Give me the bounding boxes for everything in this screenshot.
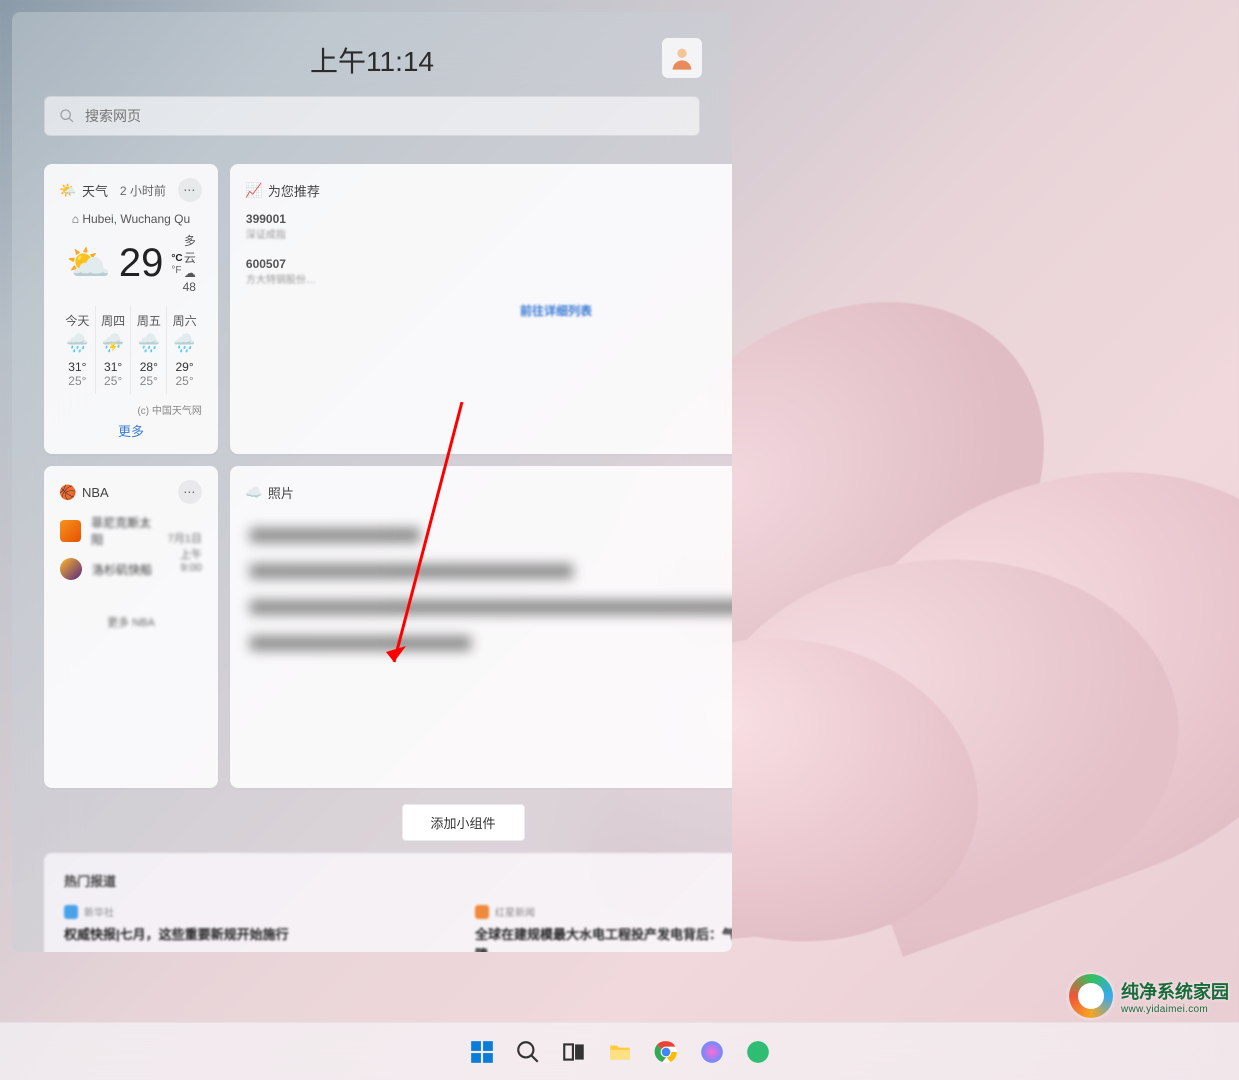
photos-title: 照片 [268, 483, 294, 502]
weather-time-ago: 2 小时前 [120, 182, 166, 199]
game-date: 7月1日 [160, 530, 202, 546]
weather-more-icon[interactable]: ⋯ [178, 178, 202, 202]
weather-more-link[interactable]: 更多 [60, 421, 202, 440]
watermark: 纯净系统家园 www.yidaimei.com [1069, 974, 1229, 1018]
clock: 上午11:14 [310, 40, 434, 80]
nba-more-link[interactable]: 更多 NBA [60, 614, 202, 630]
stocks-card[interactable]: 📈 为您推荐 ⋯ 399001 深证成指 15,078.04 +0.52% [230, 164, 732, 454]
file-explorer-button[interactable] [603, 1035, 637, 1069]
add-widget-button[interactable]: 添加小组件 [402, 804, 525, 841]
forecast-row: 今天 🌧️ 31° 25° 周四 ⛈️ 31° 25° 周五 🌧️ 28° 25… [60, 306, 202, 394]
nba-team: 菲尼克斯太阳 [60, 514, 160, 548]
avatar-icon [668, 44, 696, 72]
news-item[interactable]: 红星新闻 全球在建规模最大水电工程投产发电背后：气象部门提供了10年保障 [475, 904, 732, 952]
stock-row[interactable]: 600507 方大特钢股份… 6.80 +0.30% [246, 257, 732, 286]
start-button[interactable] [465, 1035, 499, 1069]
nba-icon: 🏀 [60, 484, 76, 500]
news-item[interactable]: 新华社 权威快报|七月，这些重要新规开始施行 [64, 904, 451, 952]
forecast-day[interactable]: 今天 🌧️ 31° 25° [60, 306, 95, 394]
weather-title: 天气 [82, 181, 108, 200]
nba-more-icon[interactable]: ⋯ [178, 480, 202, 504]
weather-location: Hubei, Wuchang Qu [82, 212, 190, 226]
task-view-button[interactable] [557, 1035, 591, 1069]
current-temp: 29 [119, 241, 164, 286]
forecast-day[interactable]: 周四 ⛈️ 31° 25° [95, 306, 131, 394]
chrome-button[interactable] [649, 1035, 683, 1069]
weather-condition: 多云 [183, 232, 196, 266]
nba-team: 洛杉矶快船 [60, 558, 160, 580]
stocks-more-link[interactable]: 前往详细列表 [246, 302, 732, 319]
stocks-icon: 📈 [246, 182, 262, 198]
news-section-title: 热门报道 [64, 871, 732, 890]
weather-aqi: ☁ 48 [183, 266, 196, 294]
team-logo-icon [60, 558, 82, 580]
weather-attribution: (c) 中国天气网 [60, 402, 202, 417]
app-button[interactable] [741, 1035, 775, 1069]
taskbar [0, 1022, 1239, 1080]
watermark-logo-icon [1069, 974, 1113, 1018]
team-logo-icon [60, 520, 81, 542]
stocks-title: 为您推荐 [268, 181, 320, 200]
app-button[interactable] [695, 1035, 729, 1069]
current-weather-icon: ⛅ [66, 242, 111, 284]
stock-row[interactable]: 399001 深证成指 15,078.04 +0.52% [246, 212, 732, 241]
forecast-day[interactable]: 周五 🌧️ 28° 25° [130, 306, 166, 394]
unit-celsius[interactable]: °C [171, 253, 182, 265]
search-bar[interactable] [44, 96, 700, 136]
location-icon: ⌂ [72, 212, 79, 226]
nba-title: NBA [82, 485, 109, 500]
weather-icon: 🌤️ [60, 182, 76, 198]
game-time: 上午9:00 [160, 546, 202, 574]
unit-fahrenheit[interactable]: °F [171, 265, 182, 277]
news-card[interactable]: 热门报道 新华社 权威快报|七月，这些重要新规开始施行 红星新闻 全球在建规模最… [44, 853, 732, 952]
user-avatar[interactable] [662, 38, 702, 78]
weather-card[interactable]: 🌤️ 天气 2 小时前 ⋯ ⌂ Hubei, Wuchang Qu ⛅ 29 °… [44, 164, 218, 454]
photos-body-blurred: ████████████████████ ███████████████████… [246, 514, 732, 774]
photos-card[interactable]: ☁️ 照片 ⋯ ████████████████████ ███████████… [230, 466, 732, 788]
photos-icon: ☁️ [246, 484, 262, 500]
taskbar-search-button[interactable] [511, 1035, 545, 1069]
source-badge-icon [64, 905, 78, 919]
nba-card[interactable]: 🏀 NBA ⋯ 菲尼克斯太阳 洛杉矶快船 7月1日 [44, 466, 218, 788]
forecast-day[interactable]: 周六 🌧️ 29° 25° [166, 306, 202, 394]
widgets-panel: 上午11:14 🌤️ 天气 2 小时前 ⋯ ⌂ Hubei, Wuchang Q… [12, 12, 732, 952]
search-input[interactable] [85, 108, 685, 124]
search-icon [59, 108, 75, 124]
source-badge-icon [475, 905, 489, 919]
